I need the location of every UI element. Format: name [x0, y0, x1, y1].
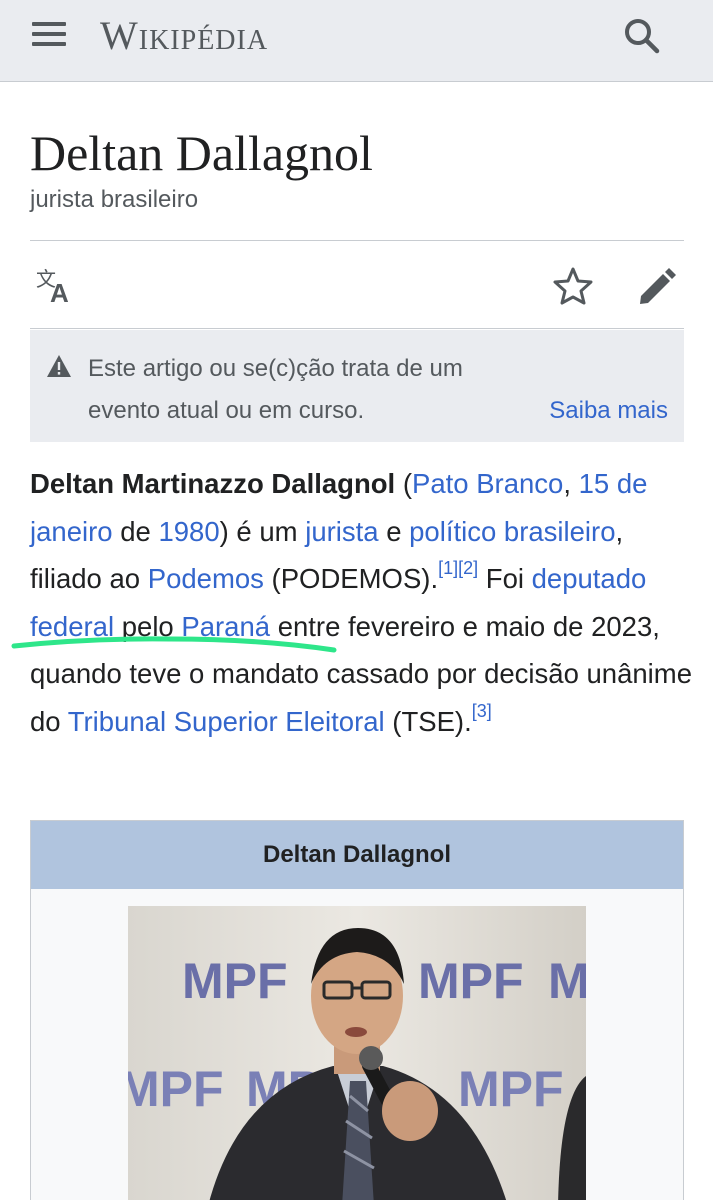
page-subtitle: jurista brasileiro — [30, 186, 199, 213]
link-parana[interactable]: Paraná — [181, 611, 270, 642]
svg-text:A: A — [50, 278, 69, 306]
reference-3[interactable]: [3] — [472, 701, 492, 721]
divider — [30, 240, 684, 241]
text: e — [378, 515, 410, 547]
reference-1[interactable]: [1] — [438, 558, 458, 578]
text: , — [563, 468, 579, 499]
warning-icon — [46, 354, 72, 378]
text: Foi — [478, 563, 532, 594]
link-birth-year[interactable]: 1980 — [158, 516, 219, 547]
text: (PODEMOS). — [263, 563, 439, 594]
search-icon[interactable] — [620, 14, 664, 58]
text: (TSE). — [384, 705, 472, 737]
lead-paragraph: Deltan Martinazzo Dallagnol (Pato Branco… — [30, 460, 694, 745]
star-icon[interactable] — [552, 266, 594, 306]
hamburger-menu-icon[interactable] — [30, 20, 68, 50]
backdrop-logo: MPF — [458, 1061, 564, 1117]
backdrop-logo: MPF — [128, 1061, 224, 1117]
text: ) é um — [219, 515, 306, 547]
reference-2[interactable]: [2] — [458, 558, 478, 578]
link-jurista[interactable]: jurista — [305, 516, 378, 547]
wikipedia-wordmark[interactable]: Wikipédia — [100, 12, 268, 59]
page-title: Deltan Dallagnol — [30, 125, 373, 181]
link-politico-brasileiro[interactable]: político brasileiro — [409, 516, 615, 547]
infobox-title: Deltan Dallagnol — [31, 821, 683, 889]
infobox: Deltan Dallagnol MPF MPF MPF MPF MPF MPF — [30, 820, 684, 1200]
text: ( — [395, 468, 412, 499]
translate-icon[interactable]: 文 A — [34, 266, 78, 308]
link-pato-branco[interactable]: Pato Branco — [412, 468, 563, 499]
top-header: Wikipédia — [0, 0, 713, 82]
divider — [30, 328, 684, 329]
subject-name: Deltan Martinazzo Dallagnol — [30, 468, 396, 499]
backdrop-logo: MPF — [418, 953, 524, 1009]
portrait-photo[interactable]: MPF MPF MPF MPF MPF MPF — [128, 906, 586, 1200]
learn-more-link[interactable]: Saiba mais — [549, 390, 668, 432]
pencil-icon[interactable] — [636, 266, 678, 306]
menu-bar — [32, 32, 66, 36]
text: de — [112, 515, 159, 547]
backdrop-logo: MPF — [548, 953, 586, 1009]
current-event-notice: Este artigo ou se(c)ção trata de um even… — [30, 330, 684, 442]
text: pelo — [114, 610, 182, 642]
menu-bar — [32, 42, 66, 46]
menu-bar — [32, 22, 66, 26]
link-podemos[interactable]: Podemos — [148, 563, 264, 594]
notice-text: Este artigo ou se(c)ção trata de um even… — [88, 355, 463, 424]
backdrop-logo: MPF — [182, 953, 288, 1009]
link-tse[interactable]: Tribunal Superior Eleitoral — [68, 706, 385, 737]
